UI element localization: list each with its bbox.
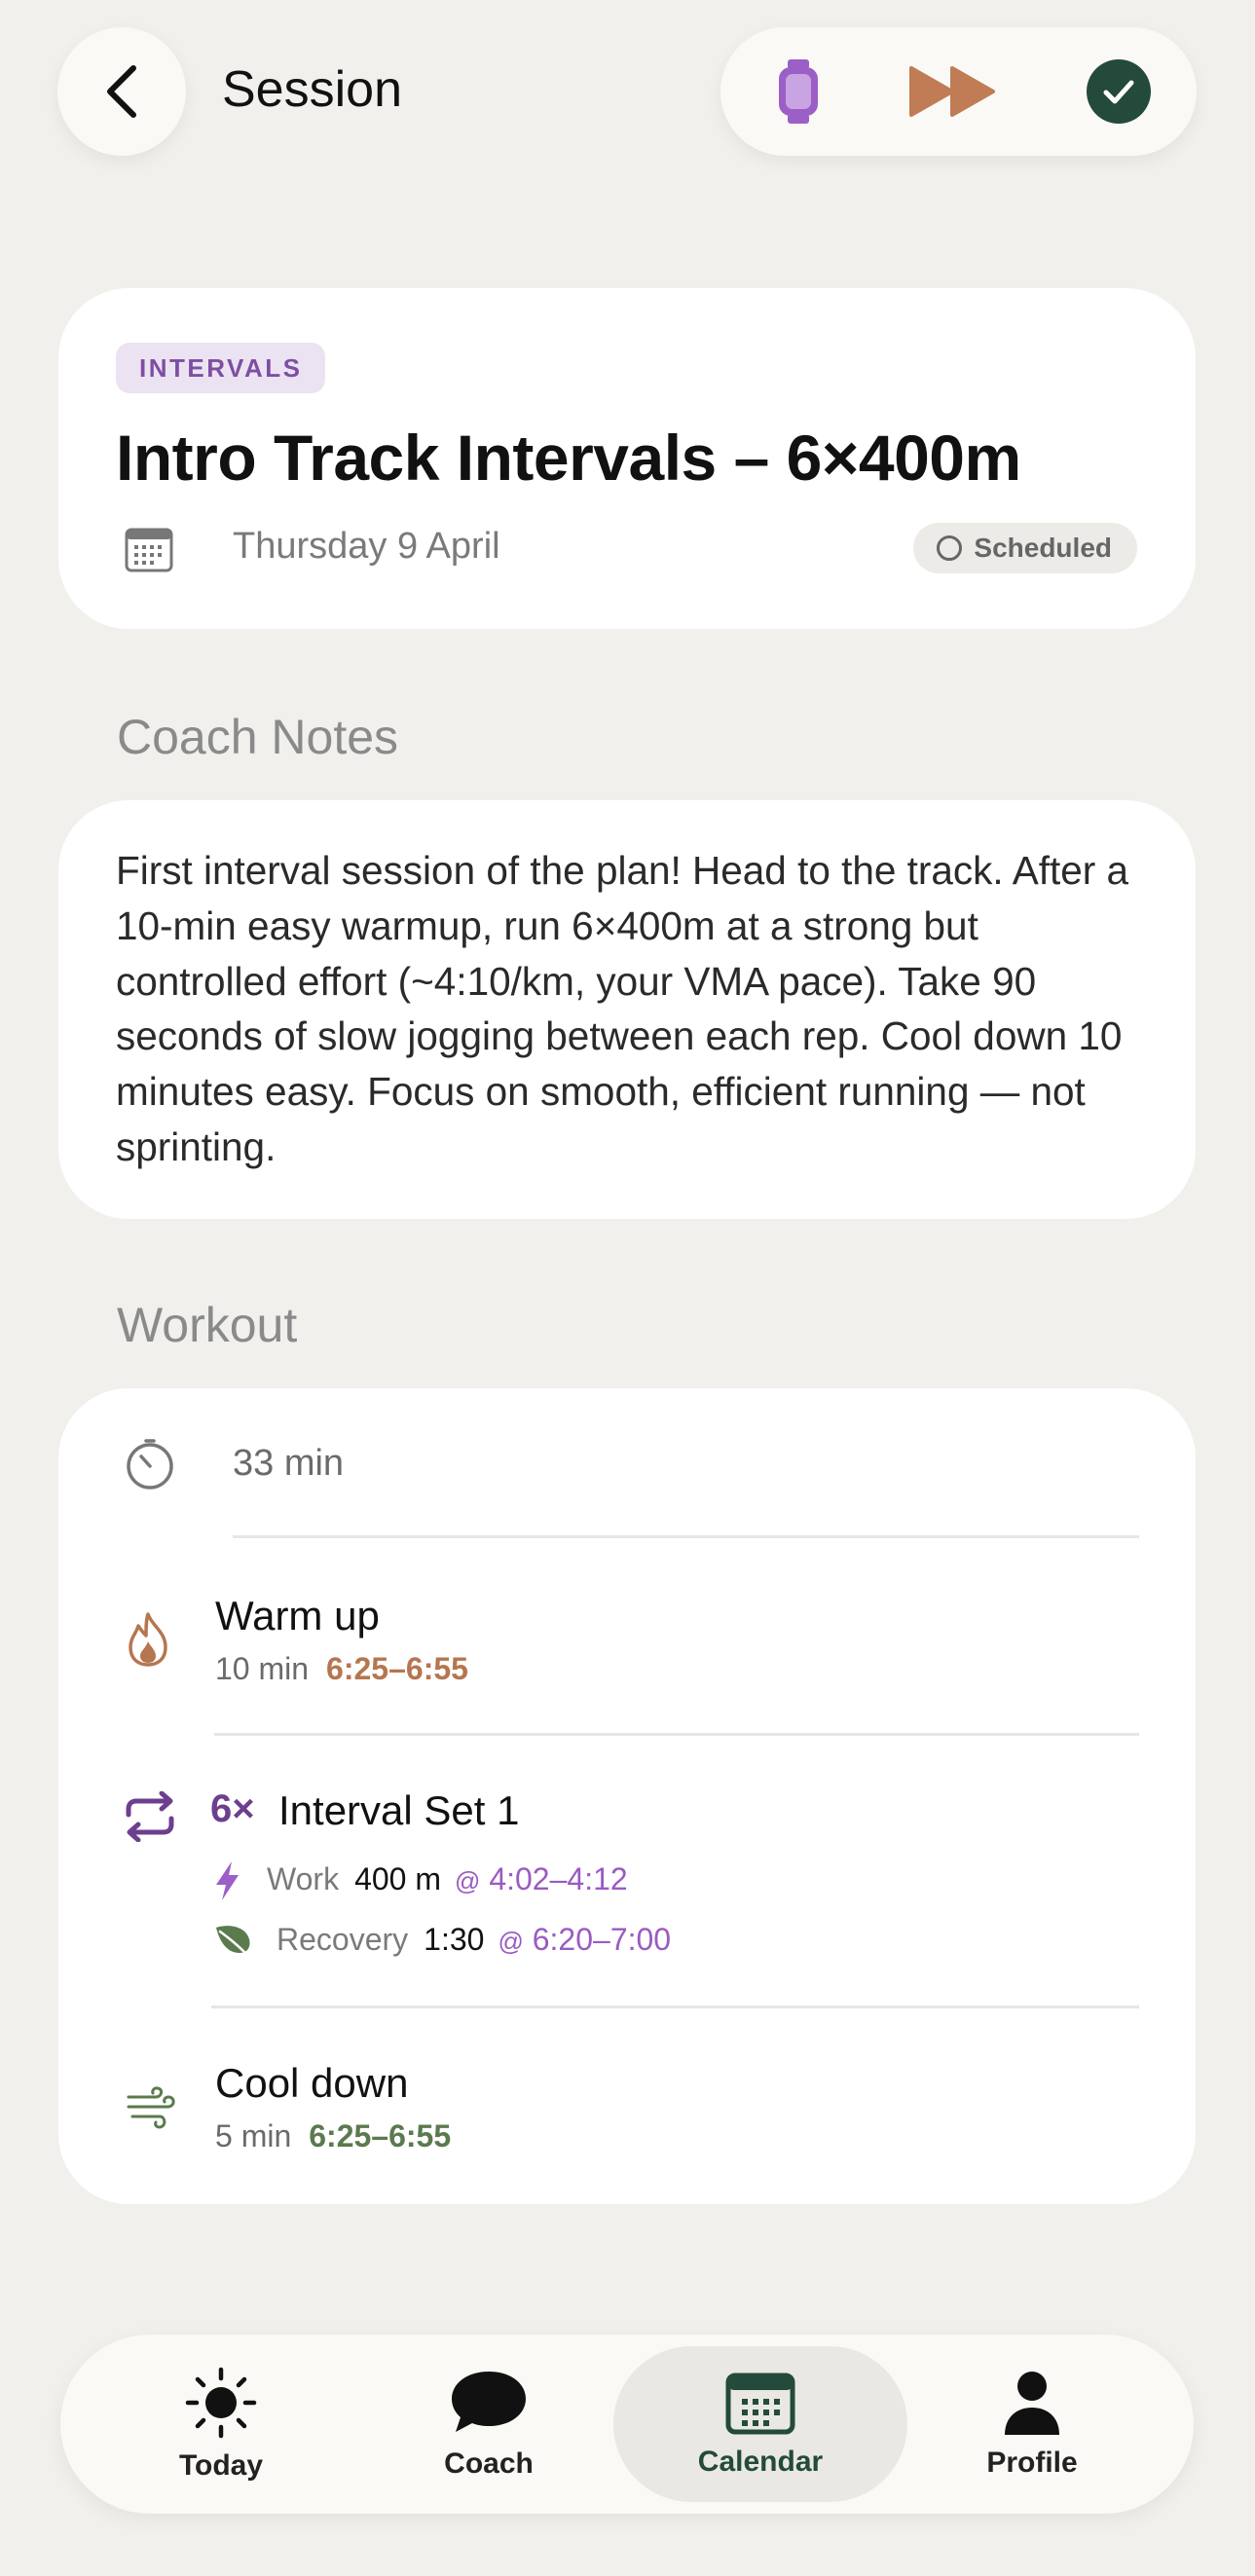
- nav-label-today: Today: [178, 2449, 264, 2482]
- work-at-sign: @: [455, 1866, 481, 1895]
- lightning-icon: [216, 1861, 239, 1900]
- divider: [214, 1733, 1139, 1736]
- nav-item-today[interactable]: Today: [60, 2346, 382, 2502]
- bottom-navigation: Today Coach Calendar Profile: [60, 2335, 1194, 2514]
- warmup-pace: 6:25–6:55: [326, 1651, 468, 1686]
- cooldown-details: 5 min 6:25–6:55: [215, 2118, 451, 2154]
- page-title: Session: [222, 61, 402, 118]
- fast-forward-icon: [909, 66, 995, 117]
- session-actions: [720, 27, 1197, 156]
- recovery-label: Recovery: [277, 1922, 409, 1957]
- cooldown-duration: 5 min: [215, 2118, 292, 2153]
- warmup-details: 10 min 6:25–6:55: [215, 1651, 468, 1687]
- nav-label-coach: Coach: [444, 2447, 534, 2480]
- warmup-name: Warm up: [215, 1593, 380, 1638]
- work-row: Work 400 m @ 4:02–4:12: [267, 1861, 628, 1897]
- status-label: Scheduled: [974, 533, 1112, 563]
- workout-card: 33 min Warm up 10 min 6:25–6:55 6× Interv…: [58, 1388, 1196, 2204]
- repetition-count: 6×: [210, 1787, 255, 1830]
- person-icon: [1005, 2372, 1059, 2435]
- work-pace: 4:02–4:12: [489, 1861, 628, 1896]
- divider: [211, 2006, 1139, 2008]
- calendar-icon: [725, 2373, 795, 2435]
- check-circle-icon: [1087, 59, 1151, 124]
- nav-item-calendar[interactable]: Calendar: [613, 2346, 907, 2502]
- coach-notes-heading: Coach Notes: [117, 710, 399, 764]
- nav-item-coach[interactable]: Coach: [343, 2346, 635, 2502]
- repeat-icon: [126, 1791, 174, 1842]
- skip-session-button[interactable]: [896, 27, 1013, 156]
- session-type-badge: INTERVALS: [116, 343, 326, 393]
- watch-icon: [779, 59, 818, 124]
- work-distance: 400 m: [354, 1861, 442, 1896]
- status-circle-icon: [937, 535, 963, 561]
- nav-item-profile[interactable]: Profile: [886, 2346, 1178, 2502]
- wind-icon: [127, 2086, 175, 2129]
- session-date: Thursday 9 April: [233, 526, 500, 567]
- coach-notes-card: First interval session of the plan! Head…: [58, 800, 1196, 1219]
- send-to-watch-button[interactable]: [759, 27, 837, 156]
- interval-set-name: Interval Set 1: [278, 1787, 520, 1833]
- sun-icon: [185, 2367, 257, 2439]
- complete-session-button[interactable]: [1085, 27, 1153, 156]
- timer-icon: [127, 1439, 173, 1490]
- chevron-left-icon: [107, 65, 136, 118]
- recovery-pace: 6:20–7:00: [532, 1922, 672, 1957]
- back-button[interactable]: [57, 27, 186, 156]
- cooldown-name: Cool down: [215, 2060, 409, 2106]
- nav-label-calendar: Calendar: [697, 2446, 824, 2478]
- calendar-icon: [125, 528, 173, 572]
- warmup-duration: 10 min: [215, 1651, 310, 1686]
- recovery-row: Recovery 1:30 @ 6:20–7:00: [277, 1922, 671, 1958]
- leaf-icon: [216, 1926, 250, 1957]
- total-duration: 33 min: [233, 1443, 345, 1484]
- recovery-at-sign: @: [498, 1927, 524, 1956]
- work-pace-wrap: @ 4:02–4:12: [455, 1861, 628, 1896]
- flame-icon: [129, 1612, 167, 1667]
- session-title: Intro Track Intervals – 6×400m: [116, 422, 1021, 494]
- session-summary-card: INTERVALS Intro Track Intervals – 6×400m…: [58, 288, 1196, 629]
- recovery-duration: 1:30: [424, 1922, 485, 1957]
- recovery-pace-wrap: @ 6:20–7:00: [498, 1922, 671, 1957]
- divider: [233, 1535, 1139, 1538]
- cooldown-pace: 6:25–6:55: [309, 2118, 452, 2153]
- workout-heading: Workout: [117, 1298, 298, 1352]
- work-label: Work: [267, 1861, 340, 1896]
- status-badge: Scheduled: [913, 523, 1137, 573]
- nav-label-profile: Profile: [986, 2447, 1078, 2479]
- coach-notes-text: First interval session of the plan! Head…: [116, 848, 1129, 1169]
- chat-bubble-icon: [452, 2372, 526, 2432]
